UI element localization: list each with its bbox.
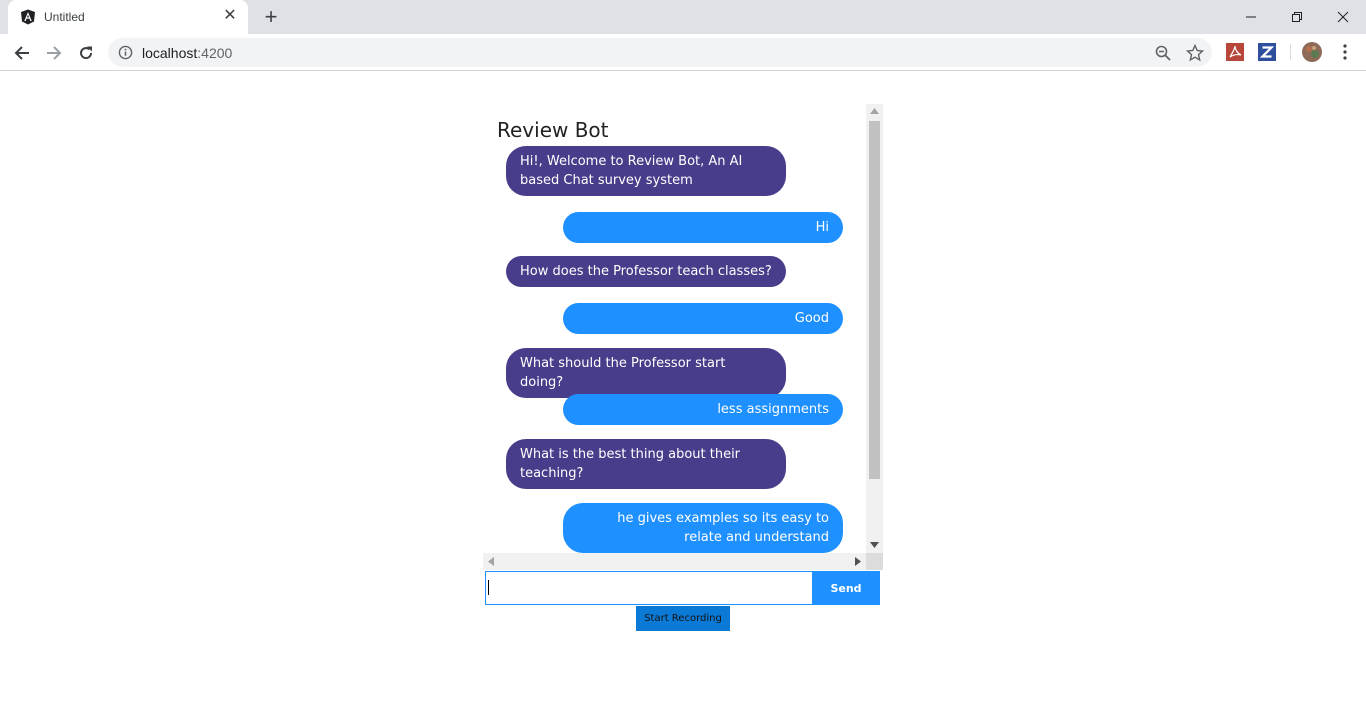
plus-icon[interactable]: + xyxy=(260,6,282,28)
url-port: :4200 xyxy=(197,45,233,61)
scroll-right-arrow-icon[interactable] xyxy=(855,557,861,566)
bot-message: What should the Professor start doing? xyxy=(506,348,786,398)
chat-container: Review Bot Hi!, Welcome to Review Bot, A… xyxy=(483,104,883,570)
user-message: Hi xyxy=(563,212,843,243)
message-input[interactable] xyxy=(485,571,813,605)
bot-message: What is the best thing about their teach… xyxy=(506,439,786,489)
url-text: localhost:4200 xyxy=(142,45,232,61)
forward-arrow-icon[interactable] xyxy=(40,39,68,67)
scroll-up-arrow-icon[interactable] xyxy=(870,108,879,114)
tab-title: Untitled xyxy=(44,10,85,24)
user-message: Good xyxy=(563,303,843,334)
restore-icon[interactable] xyxy=(1274,0,1320,34)
horizontal-scrollbar[interactable] xyxy=(483,553,883,570)
start-recording-button[interactable]: Start Recording xyxy=(636,606,730,631)
reload-icon[interactable] xyxy=(72,39,100,67)
send-button[interactable]: Send xyxy=(812,571,880,605)
kebab-menu-icon[interactable] xyxy=(1336,43,1354,61)
info-icon[interactable] xyxy=(118,45,133,60)
angular-logo-icon xyxy=(21,9,35,25)
vertical-scrollbar[interactable] xyxy=(866,104,883,553)
user-message: he gives examples so its easy to relate … xyxy=(563,503,843,553)
scrollbar-corner xyxy=(866,553,883,570)
close-icon[interactable]: ✕ xyxy=(222,8,238,24)
back-arrow-icon[interactable] xyxy=(8,39,36,67)
user-message: less assignments xyxy=(563,394,843,425)
chat-message-list[interactable]: Review Bot Hi!, Welcome to Review Bot, A… xyxy=(483,104,866,553)
zoom-out-icon[interactable] xyxy=(1154,44,1172,62)
window-close-icon[interactable] xyxy=(1320,0,1366,34)
url-host: localhost xyxy=(142,45,198,61)
vertical-scroll-thumb[interactable] xyxy=(869,121,880,479)
address-bar[interactable]: localhost:4200 xyxy=(108,38,1212,67)
bot-message: Hi!, Welcome to Review Bot, An AI based … xyxy=(506,146,786,196)
browser-tab[interactable]: Untitled ✕ xyxy=(8,0,248,34)
star-icon[interactable] xyxy=(1186,44,1204,62)
chat-title: Review Bot xyxy=(497,118,609,142)
scroll-left-arrow-icon[interactable] xyxy=(488,557,494,566)
text-caret xyxy=(488,580,489,595)
bot-message: How does the Professor teach classes? xyxy=(506,256,786,287)
browser-tab-strip: Untitled ✕ + xyxy=(0,0,1366,34)
toolbar-divider xyxy=(1290,44,1291,60)
minimize-icon[interactable] xyxy=(1228,0,1274,34)
zotero-extension-icon[interactable] xyxy=(1258,43,1276,61)
acrobat-extension-icon[interactable] xyxy=(1226,43,1244,61)
browser-toolbar: localhost:4200 xyxy=(0,34,1366,71)
scroll-down-arrow-icon[interactable] xyxy=(870,542,879,548)
profile-avatar[interactable] xyxy=(1302,42,1322,62)
